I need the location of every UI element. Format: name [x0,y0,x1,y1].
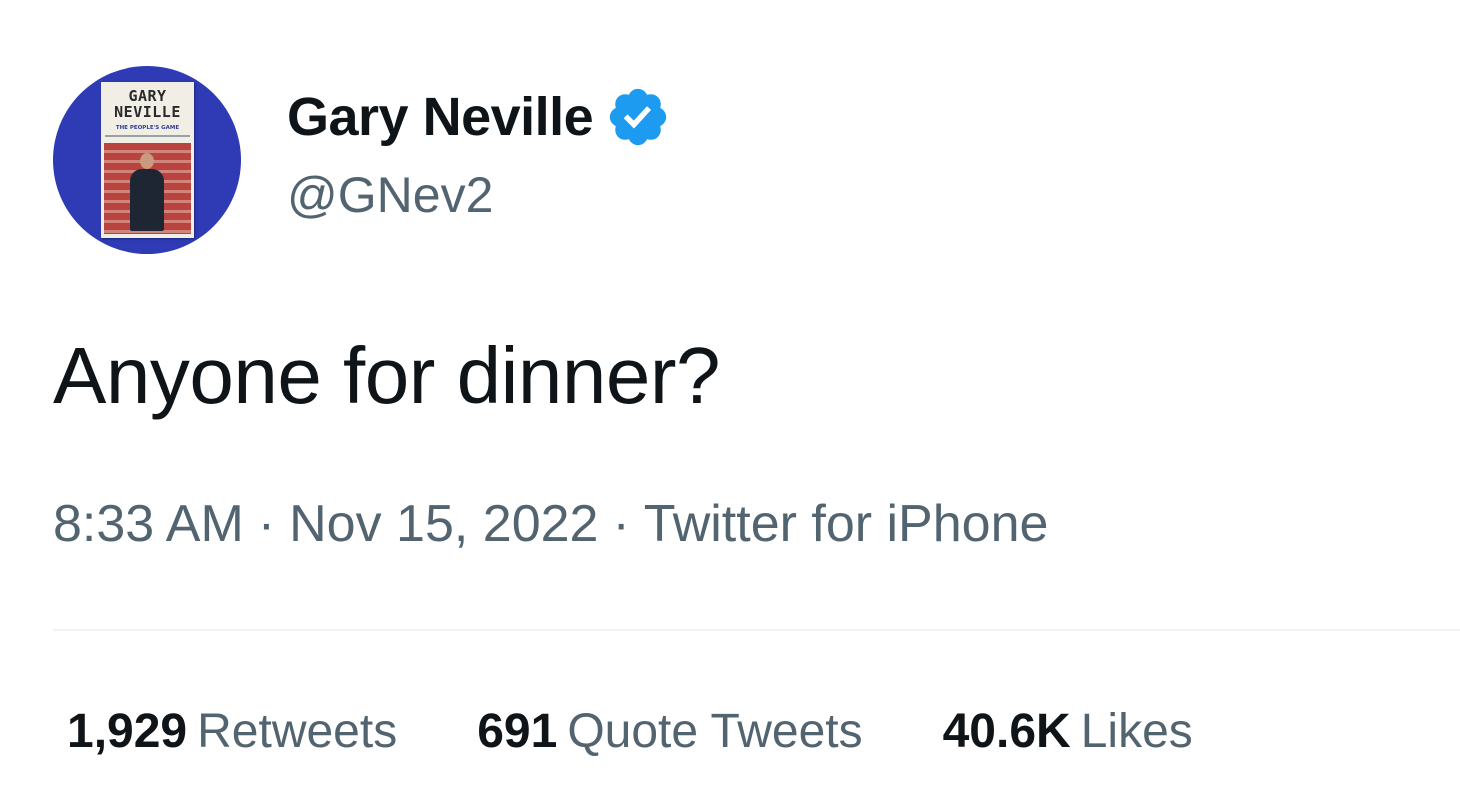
avatar-book-title-line1: GARY [128,87,167,105]
likes-label: Likes [1080,705,1193,758]
likes-count: 40.6K [942,705,1071,758]
avatar-person-body [130,169,164,231]
tweet-time[interactable]: 8:33 AM [53,495,244,553]
avatar-person-head [140,153,154,169]
retweets-count: 1,929 [67,705,188,758]
tweet-stats: 1,929 Retweets 691 Quote Tweets 40.6K Likes [67,704,1273,759]
tweet-date[interactable]: Nov 15, 2022 [289,495,598,553]
avatar-book-subtitle: THE PEOPLE'S GAME [115,125,180,131]
meta-separator: · [612,495,630,553]
avatar-book-title-line2: NEVILLE [114,103,181,121]
avatar-book-photo [104,143,191,234]
retweets-stat-link[interactable]: 1,929 Retweets [67,704,397,759]
retweets-label: Retweets [197,705,398,758]
likes-stat-link[interactable]: 40.6K Likes [943,704,1193,759]
display-name[interactable]: Gary Neville [287,86,594,148]
divider [53,629,1460,631]
tweet-source-link[interactable]: Twitter for iPhone [644,495,1049,553]
avatar-book-rule [105,135,190,137]
user-name-row: Gary Neville [287,86,671,148]
avatar[interactable]: GARY NEVILLE THE PEOPLE'S GAME [53,66,241,254]
quote-tweets-count: 691 [477,705,558,758]
quote-tweets-stat-link[interactable]: 691 Quote Tweets [477,704,862,759]
user-handle[interactable]: @GNev2 [287,166,493,224]
meta-separator: · [257,495,276,553]
quote-tweets-label: Quote Tweets [567,705,863,758]
tweet-text: Anyone for dinner? [53,331,721,420]
tweet-meta: 8:33 AM · Nov 15, 2022 · Twitter for iPhone [53,494,1048,554]
avatar-book-cover: GARY NEVILLE THE PEOPLE'S GAME [101,82,194,238]
verified-badge-icon[interactable] [605,84,671,150]
